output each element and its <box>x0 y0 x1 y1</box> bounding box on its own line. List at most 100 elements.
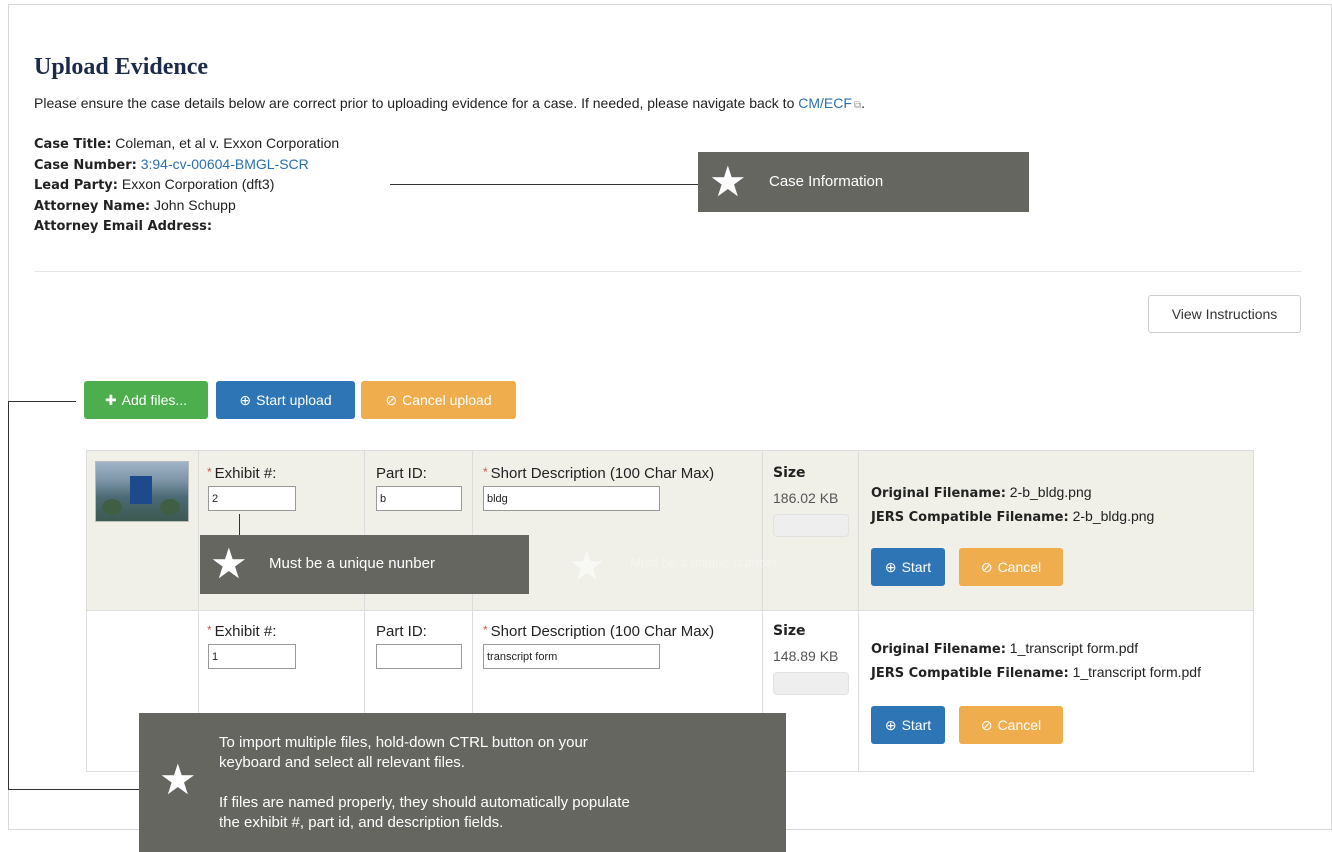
exhibit-label-text: Exhibit #: <box>214 623 277 640</box>
cancel-label: Cancel <box>997 717 1042 733</box>
callout-line: To import multiple files, hold-down CTRL… <box>219 734 588 751</box>
original-filename-row: Original Filename: 1_transcript form.pdf <box>871 637 1201 661</box>
start-label: Start <box>901 717 932 733</box>
attorney-name-row: Attorney Name: John Schupp <box>34 196 339 217</box>
cancel-upload-label: Cancel upload <box>402 392 492 408</box>
plus-icon: ✚ <box>104 391 117 408</box>
jers-filename-label: JERS Compatible Filename: <box>871 666 1069 681</box>
add-files-button[interactable]: ✚ Add files... <box>84 381 208 419</box>
original-filename-label: Original Filename: <box>871 486 1006 501</box>
callout-line: keyboard and select all relevant files. <box>219 754 465 771</box>
multi-files-connector-bottom <box>8 789 139 790</box>
required-mark: * <box>207 465 212 479</box>
cancel-icon: ⊘ <box>980 558 993 575</box>
attorney-name-label: Attorney Name: <box>34 198 151 214</box>
case-title-value: Coleman, et al v. Exxon Corporation <box>115 135 340 151</box>
add-files-label: Add files... <box>121 392 188 408</box>
callout-line: If files are named properly, they should… <box>219 794 630 811</box>
cell-divider <box>762 451 763 610</box>
exhibit-label: * Exhibit #: <box>207 465 276 482</box>
case-information-callout: ★ Case Information <box>698 152 1029 212</box>
cancel-icon: ⊘ <box>980 716 993 733</box>
jers-filename-value: 1_transcript form.pdf <box>1072 664 1201 680</box>
star-icon: ★ <box>159 756 197 803</box>
external-link-icon: ⧉ <box>853 100 862 111</box>
thumbnail-tree <box>160 499 180 515</box>
notice-text: Please ensure the case details below are… <box>34 95 865 111</box>
notice-body: Please ensure the case details below are… <box>34 95 799 111</box>
upload-icon: ⊕ <box>239 391 252 408</box>
cancel-icon: ⊘ <box>385 391 398 408</box>
cancel-button[interactable]: ⊘ Cancel <box>959 706 1063 744</box>
exhibit-input[interactable] <box>208 486 296 511</box>
faded-star-icon: ★ <box>568 542 606 589</box>
cell-divider <box>858 611 859 771</box>
multiple-files-callout: ★ To import multiple files, hold-down CT… <box>139 713 786 852</box>
multi-files-connector-side <box>8 401 9 790</box>
start-upload-button[interactable]: ⊕ Start upload <box>216 381 355 419</box>
lead-party-value: Exxon Corporation (dft3) <box>121 176 275 192</box>
short-description-label: * Short Description (100 Char Max) <box>483 465 714 482</box>
exhibit-label-text: Exhibit #: <box>214 465 277 482</box>
upload-progress-bar <box>773 672 849 695</box>
start-upload-label: Start upload <box>256 392 332 408</box>
case-information-callout-text: Case Information <box>769 173 884 190</box>
attorney-name-value: John Schupp <box>154 196 236 213</box>
cancel-button[interactable]: ⊘ Cancel <box>959 548 1063 586</box>
start-button[interactable]: ⊕ Start <box>871 706 945 744</box>
jers-filename-row: JERS Compatible Filename: 2-b_bldg.png <box>871 505 1154 529</box>
attorney-email-row: Attorney Email Address: <box>34 216 339 237</box>
filename-info: Original Filename: 2-b_bldg.png JERS Com… <box>871 481 1154 529</box>
jers-filename-row: JERS Compatible Filename: 1_transcript f… <box>871 661 1201 685</box>
exhibit-input[interactable] <box>208 644 296 669</box>
case-title-label: Case Title: <box>34 137 112 152</box>
case-title-row: Case Title: Coleman, et al v. Exxon Corp… <box>34 134 339 155</box>
callout-line: the exhibit #, part id, and description … <box>219 814 504 831</box>
filename-info: Original Filename: 1_transcript form.pdf… <box>871 637 1201 685</box>
case-number-row: Case Number: 3:94-cv-00604-BMGL-SCR <box>34 155 339 176</box>
upload-progress-bar <box>773 514 849 537</box>
multiple-files-callout-text: To import multiple files, hold-down CTRL… <box>219 733 779 833</box>
notice-end: . <box>861 95 865 111</box>
jers-filename-label: JERS Compatible Filename: <box>871 510 1069 525</box>
original-filename-value: 2-b_bldg.png <box>1009 484 1092 500</box>
start-button[interactable]: ⊕ Start <box>871 548 945 586</box>
page-title: Upload Evidence <box>34 54 209 80</box>
unique-number-callout: ★ Must be a unique nunber <box>200 535 529 594</box>
start-label: Start <box>901 559 932 575</box>
star-icon: ★ <box>210 540 248 587</box>
part-id-label: Part ID: <box>376 623 427 640</box>
file-size: 186.02 KB <box>773 490 839 506</box>
lead-party-row: Lead Party: Exxon Corporation (dft3) <box>34 175 339 196</box>
cancel-label: Cancel <box>997 559 1042 575</box>
upload-icon: ⊕ <box>884 716 897 733</box>
short-description-input[interactable] <box>483 644 660 669</box>
part-id-label: Part ID: <box>376 465 427 482</box>
view-instructions-button[interactable]: View Instructions <box>1148 295 1301 333</box>
exhibit-label: * Exhibit #: <box>207 623 276 640</box>
unique-number-connector <box>239 514 240 535</box>
original-filename-value: 1_transcript form.pdf <box>1009 640 1139 656</box>
view-instructions-label: View Instructions <box>1171 306 1278 322</box>
multi-files-connector-top <box>8 401 76 402</box>
required-mark: * <box>207 623 212 637</box>
part-id-input[interactable] <box>376 486 462 511</box>
short-description-label-text: Short Description (100 Char Max) <box>490 623 715 640</box>
cmecf-link[interactable]: CM/ECF <box>798 95 852 111</box>
part-id-input[interactable] <box>376 644 462 669</box>
upload-icon: ⊕ <box>884 558 897 575</box>
section-divider <box>34 271 1302 272</box>
lead-party-label: Lead Party: <box>34 178 118 193</box>
required-mark: * <box>483 623 488 637</box>
case-number-link[interactable]: 3:94-cv-00604-BMGL-SCR <box>141 156 309 172</box>
short-description-input[interactable] <box>483 486 660 511</box>
size-label: Size <box>773 465 806 481</box>
size-label: Size <box>773 623 806 639</box>
case-number-label: Case Number: <box>34 157 137 173</box>
short-description-label-text: Short Description (100 Char Max) <box>490 465 715 482</box>
file-size: 148.89 KB <box>773 648 839 664</box>
jers-filename-value: 2-b_bldg.png <box>1072 508 1155 524</box>
short-description-label: * Short Description (100 Char Max) <box>483 623 714 640</box>
cancel-upload-button[interactable]: ⊘ Cancel upload <box>361 381 516 419</box>
required-mark: * <box>483 465 488 479</box>
